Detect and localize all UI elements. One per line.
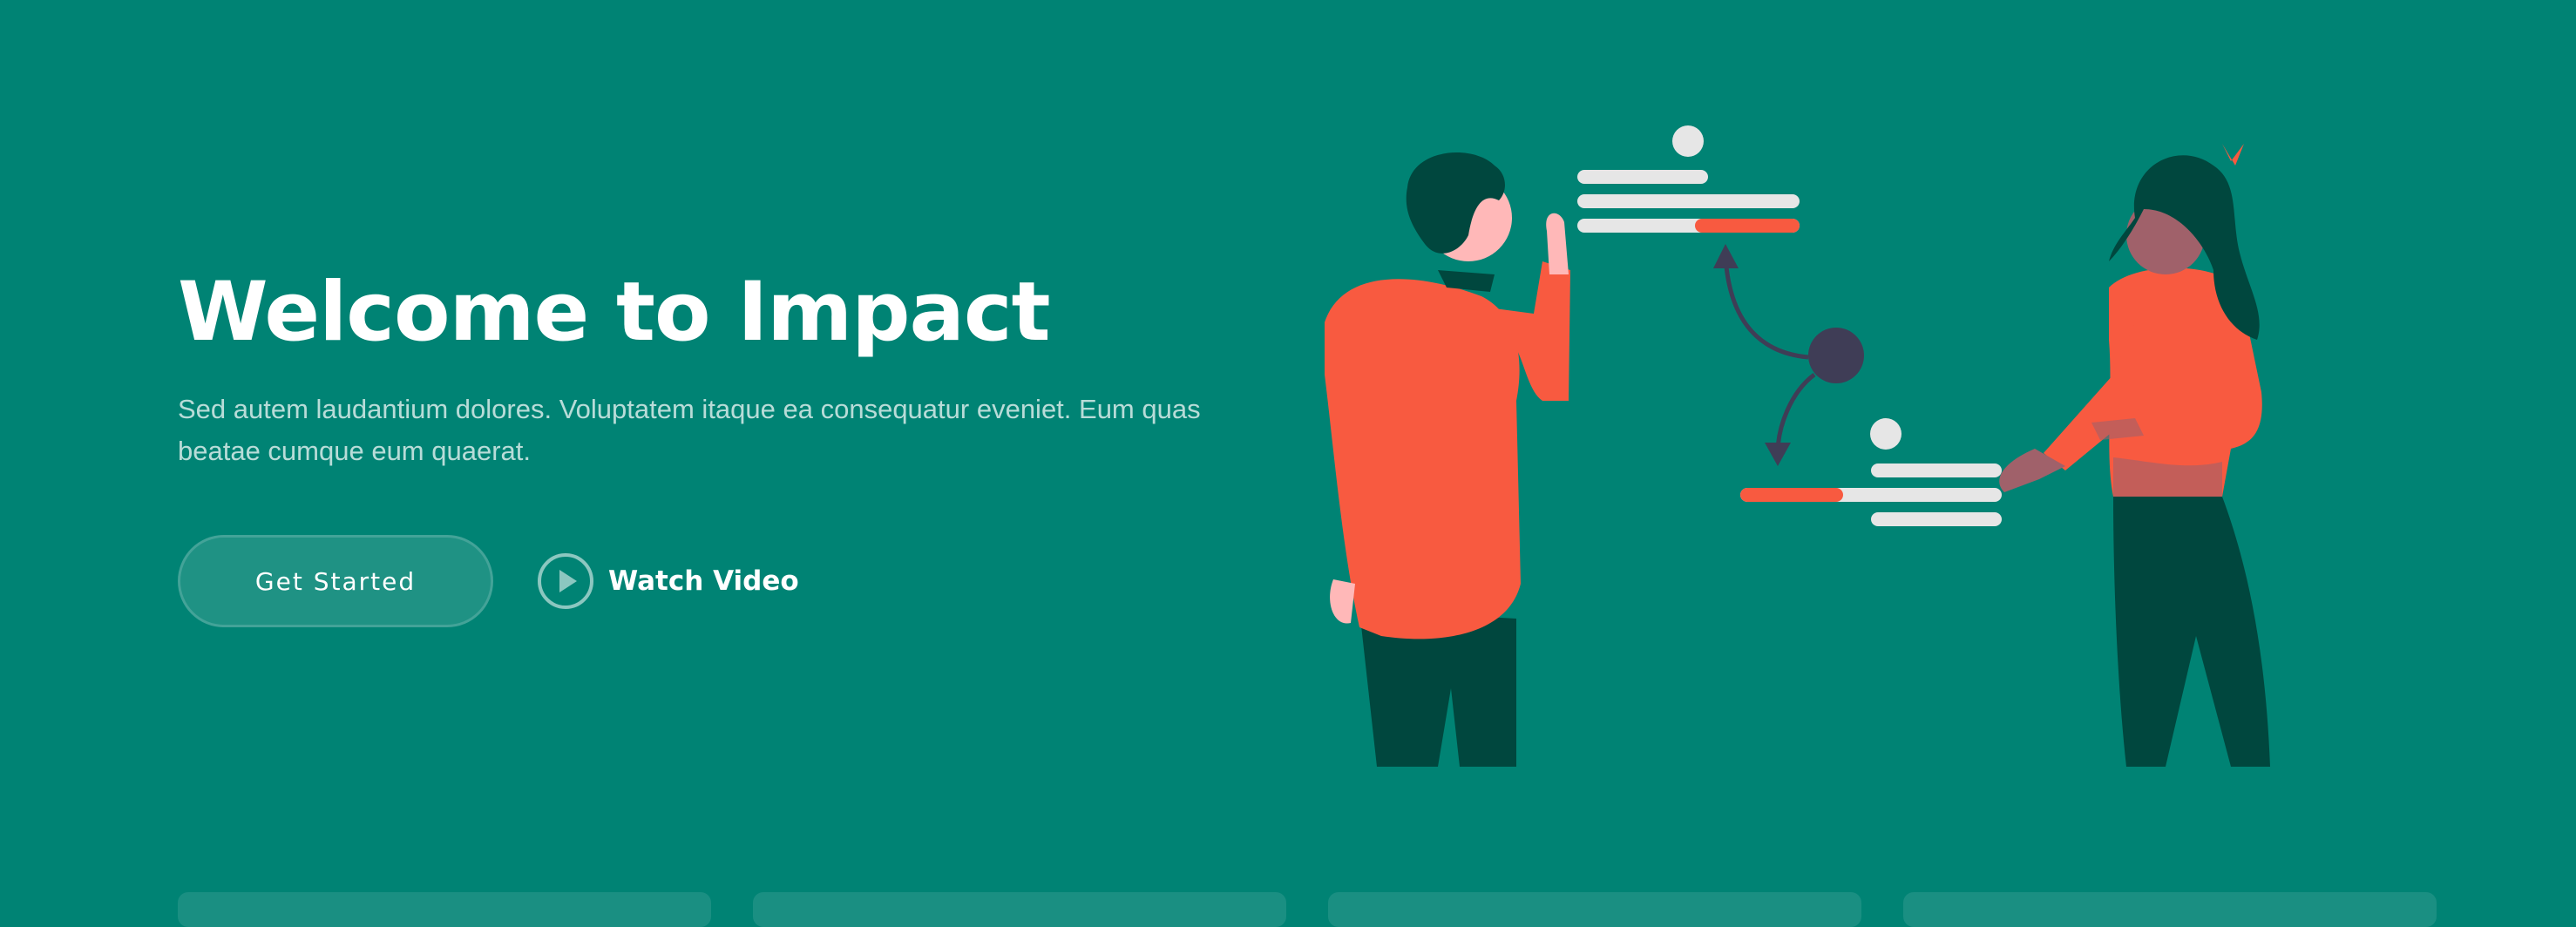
hero-title: Welcome to Impact xyxy=(178,265,1051,360)
feature-card-4[interactable] xyxy=(1903,892,2437,927)
watch-video-label: Watch Video xyxy=(608,565,799,597)
hero-actions: Get Started Watch Video xyxy=(178,535,799,627)
feature-cards-row xyxy=(178,892,2438,927)
watch-video-button[interactable]: Watch Video xyxy=(537,552,799,610)
get-started-button[interactable]: Get Started xyxy=(178,535,493,627)
hero-subtitle: Sed autem laudantium dolores. Voluptatem… xyxy=(178,394,1201,466)
feature-card-3[interactable] xyxy=(1328,892,1861,927)
hero-section: Welcome to Impact Sed autem laudantium d… xyxy=(178,261,1276,472)
man-figure xyxy=(1325,152,1570,767)
feature-card-2[interactable] xyxy=(753,892,1286,927)
connector-node xyxy=(1713,244,1864,466)
feature-card-1[interactable] xyxy=(178,892,711,927)
woman-figure xyxy=(1999,144,2270,767)
team-discussion-illustration xyxy=(1325,125,2270,767)
play-circle-icon xyxy=(538,553,593,609)
top-progress-bars xyxy=(1577,125,1800,233)
